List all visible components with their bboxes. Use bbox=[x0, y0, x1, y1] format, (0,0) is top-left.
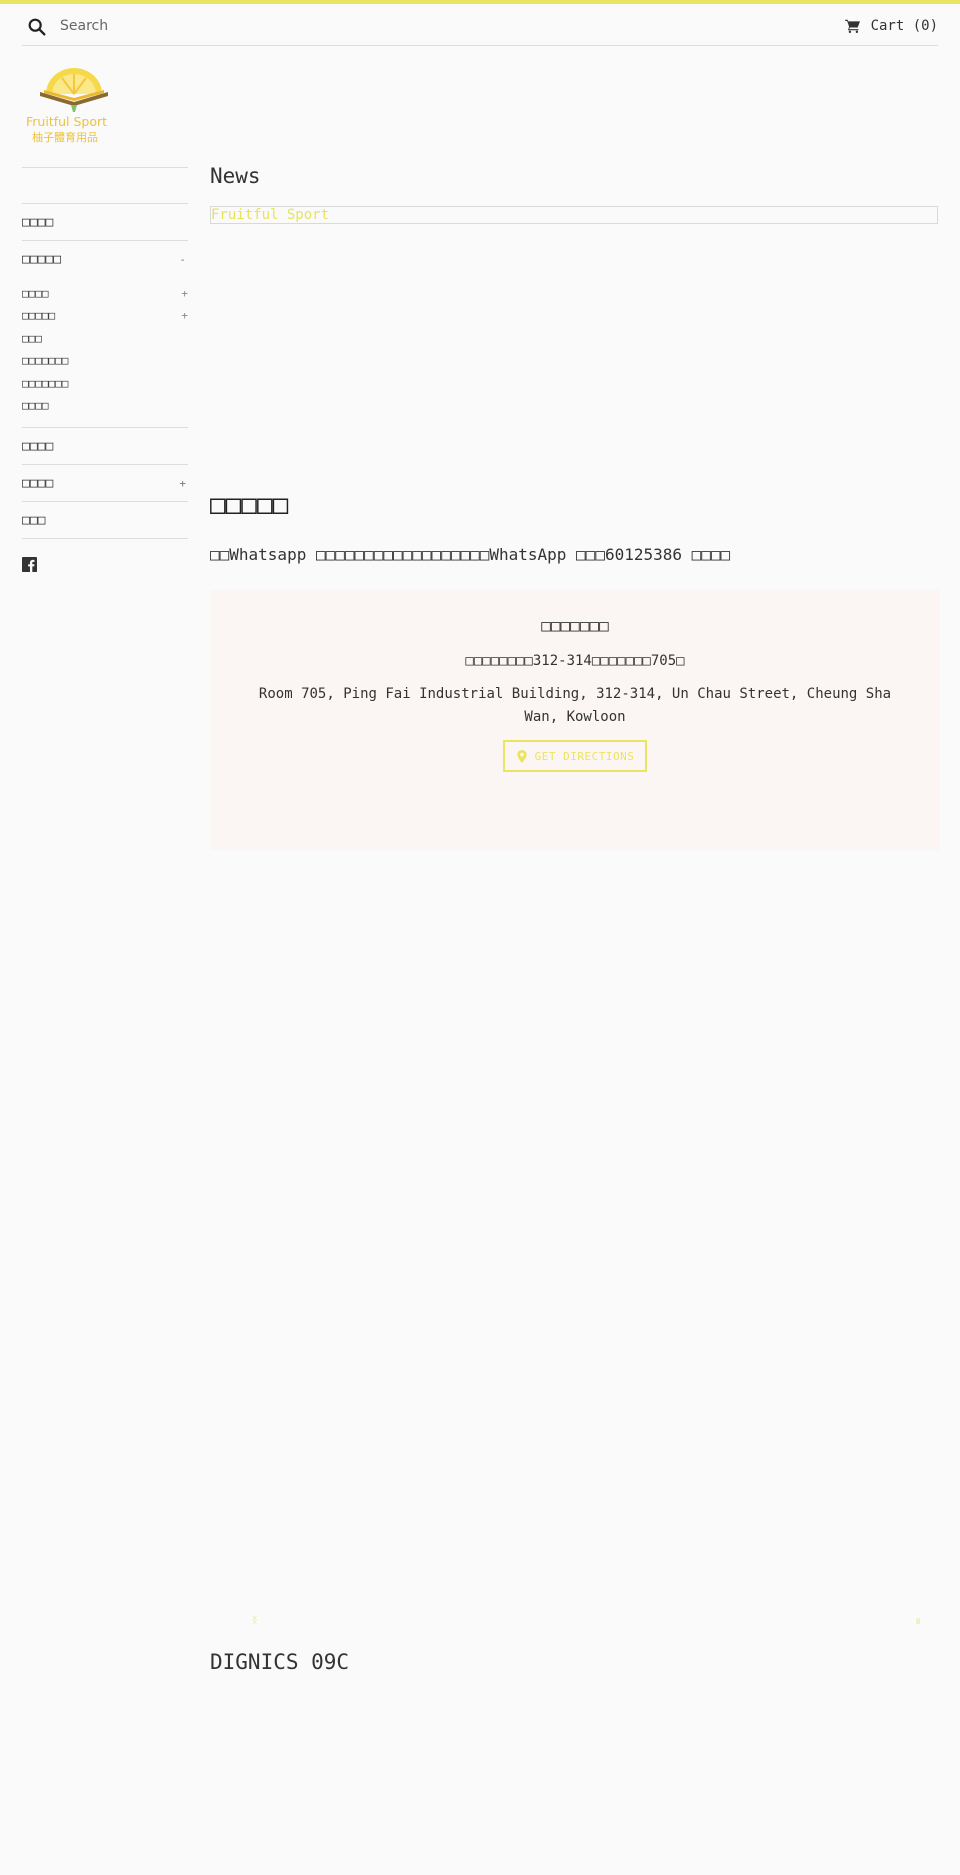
slider-prev-button[interactable]: ᛝ bbox=[252, 1616, 257, 1626]
svg-text:Fruitful Sport: Fruitful Sport bbox=[26, 114, 107, 129]
sidebar-subitem-label: □□□□□□□ bbox=[22, 376, 69, 390]
expand-toggle[interactable]: + bbox=[179, 477, 188, 490]
sidebar-subitem[interactable]: □□□□□ + bbox=[22, 305, 188, 328]
sidebar-item-products[interactable]: □□□□□ - bbox=[22, 241, 188, 278]
sidebar-subitem[interactable]: □□□□ bbox=[22, 395, 188, 418]
search-input[interactable] bbox=[60, 14, 460, 38]
sidebar-item-4[interactable]: □□□□ + bbox=[22, 465, 188, 502]
map-title: □□□□□□□ bbox=[541, 616, 609, 635]
main-content: News Fruitful Sport □□□□□ □□Whatsapp □□□… bbox=[210, 160, 940, 1674]
address-chinese: □□□□□□□□312-314□□□□□□□705□ bbox=[465, 653, 685, 669]
expand-toggle[interactable]: + bbox=[181, 309, 188, 322]
sidebar-subitem[interactable]: □□□□ + bbox=[22, 282, 188, 305]
sidebar: Fruitful Sport 柚子體育用品 □□□□ □□□□□ - □□□□ … bbox=[22, 60, 188, 572]
facebook-icon[interactable] bbox=[22, 557, 37, 572]
sidebar-item-label: □□□ bbox=[22, 512, 46, 528]
sidebar-item-label: □□□□ bbox=[22, 475, 54, 491]
sidebar-subitem-label: □□□ bbox=[22, 331, 42, 345]
site-header: Cart (0) bbox=[22, 4, 938, 46]
sidebar-subitem[interactable]: □□□□□□□ bbox=[22, 350, 188, 373]
svg-text:柚子體育用品: 柚子體育用品 bbox=[32, 130, 98, 144]
address-english: Room 705, Ping Fai Industrial Building, … bbox=[258, 686, 892, 725]
sidebar-item-5[interactable]: □□□ bbox=[22, 502, 188, 539]
site-logo[interactable]: Fruitful Sport 柚子體育用品 bbox=[24, 60, 124, 150]
map-pin-icon bbox=[516, 749, 527, 763]
news-embed-frame[interactable]: Fruitful Sport bbox=[210, 206, 938, 224]
get-directions-button[interactable]: GET DIRECTIONS bbox=[502, 740, 648, 772]
sidebar-item-3[interactable]: □□□□ bbox=[22, 428, 188, 465]
sidebar-subitem-label: □□□□□□□ bbox=[22, 354, 69, 368]
slider-next-button[interactable]: ॥ bbox=[915, 1614, 920, 1627]
sidebar-item-label: □□□□□ bbox=[22, 252, 62, 267]
expand-toggle[interactable]: + bbox=[181, 287, 188, 300]
sidebar-subitem-label: □□□□ bbox=[22, 399, 49, 413]
search-icon[interactable] bbox=[26, 16, 48, 38]
collapse-toggle[interactable]: - bbox=[179, 253, 188, 266]
sidebar-subitem-label: □□□□ bbox=[22, 286, 49, 300]
product-title: DIGNICS 09C bbox=[210, 1650, 350, 1674]
sidebar-subitem[interactable]: □□□□□□□ bbox=[22, 372, 188, 395]
sidebar-item-label: □□□□ bbox=[22, 438, 54, 454]
sidebar-spacer bbox=[22, 168, 188, 204]
sidebar-subitem-label: □□□□□ bbox=[22, 309, 56, 323]
cart-icon bbox=[844, 19, 860, 33]
sidebar-submenu: □□□□ + □□□□□ + □□□ □□□□□□□ □□□□□□□ □□□□ bbox=[22, 278, 188, 428]
map-section: □□□□□□□ □□□□□□□□312-314□□□□□□□705□ Room … bbox=[210, 590, 940, 850]
contact-title: □□□□□ bbox=[210, 490, 289, 520]
contact-description: □□Whatsapp □□□□□□□□□□□□□□□□□□WhatsApp □□… bbox=[210, 545, 731, 564]
sidebar-item-label: □□□□ bbox=[22, 214, 54, 230]
cart-link[interactable]: Cart (0) bbox=[844, 18, 938, 34]
get-directions-label: GET DIRECTIONS bbox=[534, 749, 635, 763]
cart-label: Cart (0) bbox=[870, 18, 938, 34]
news-title: News bbox=[210, 164, 261, 188]
sidebar-item-home[interactable]: □□□□ bbox=[22, 204, 188, 241]
sidebar-subitem[interactable]: □□□ bbox=[22, 327, 188, 350]
